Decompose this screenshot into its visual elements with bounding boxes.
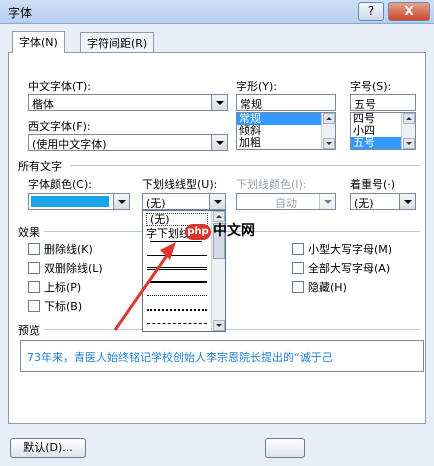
annotation-arrow-icon <box>113 242 176 331</box>
